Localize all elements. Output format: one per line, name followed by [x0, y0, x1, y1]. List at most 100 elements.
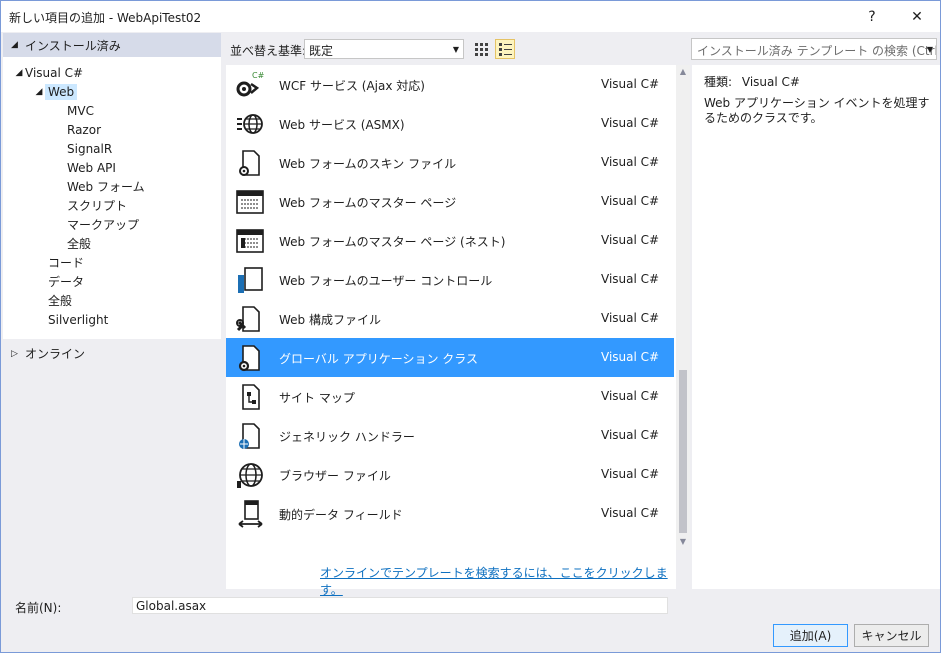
- config-file-icon: [235, 304, 265, 334]
- tree-item-label: MVC: [67, 103, 94, 118]
- tree-item[interactable]: マークアップ: [67, 215, 139, 234]
- chevron-down-icon: ▼: [452, 45, 459, 54]
- search-placeholder: インストール済み テンプレート の検索 (Ctrl+E: [697, 44, 937, 58]
- template-row[interactable]: Web フォームのスキン ファイル Visual C#: [226, 143, 674, 182]
- tree-item-label: SignalR: [67, 141, 113, 156]
- expand-arrow-icon[interactable]: ◢: [33, 87, 45, 97]
- add-new-item-dialog: 新しい項目の追加 - WebApiTest02 ? ✕ ◢ インストール済み ◢…: [0, 0, 941, 653]
- template-row[interactable]: グローバル アプリケーション クラス Visual C#: [226, 338, 674, 377]
- tree-item[interactable]: Web API: [67, 158, 116, 177]
- sort-label: 並べ替え基準:: [230, 44, 307, 58]
- tree-item[interactable]: スクリプト: [67, 196, 127, 215]
- template-name: Web 構成ファイル: [279, 313, 381, 327]
- sitemap-icon: [235, 382, 265, 412]
- tree-item[interactable]: ◢ Web: [33, 82, 78, 101]
- template-language: Visual C#: [601, 311, 660, 325]
- cancel-button[interactable]: キャンセル: [854, 624, 929, 647]
- template-language: Visual C#: [601, 77, 660, 91]
- template-language: Visual C#: [601, 389, 660, 403]
- template-description: Web アプリケーション イベントを処理するためのクラスです。: [704, 96, 930, 125]
- search-dropdown-icon: ▼: [926, 45, 933, 54]
- tree-item[interactable]: Razor: [67, 120, 101, 139]
- online-section-header[interactable]: ▷ オンライン: [11, 345, 85, 362]
- tree-item[interactable]: ◢ Visual C#: [13, 63, 84, 82]
- dynamic-data-field-icon: [235, 499, 265, 529]
- expand-arrow-icon: ◢: [11, 40, 18, 50]
- master-page-icon: [235, 187, 265, 217]
- tree-item-label: Razor: [67, 122, 102, 137]
- template-name: Web フォームのユーザー コントロール: [279, 274, 493, 288]
- collapse-arrow-icon: ▷: [11, 348, 18, 359]
- template-name: Web サービス (ASMX): [279, 118, 405, 132]
- tree-item[interactable]: コード: [48, 253, 84, 272]
- template-name: 動的データ フィールド: [279, 508, 403, 522]
- tree-item[interactable]: データ: [48, 272, 84, 291]
- details-view-button[interactable]: [495, 39, 515, 59]
- scroll-down-icon[interactable]: ▼: [678, 537, 688, 547]
- web-service-icon: [235, 109, 265, 139]
- medium-icons-view-button[interactable]: [471, 39, 491, 59]
- close-button[interactable]: ✕: [894, 1, 940, 32]
- template-list-scrollbar[interactable]: ▲ ▼: [676, 65, 690, 550]
- browser-file-icon: [235, 460, 265, 490]
- template-row[interactable]: 動的データ フィールド Visual C#: [226, 494, 674, 533]
- name-label: 名前(N):: [15, 601, 62, 615]
- template-language: Visual C#: [601, 350, 660, 364]
- tree-item-label: スクリプト: [67, 199, 128, 213]
- tree-item-label: Web: [45, 83, 78, 100]
- sort-value: 既定: [309, 44, 334, 58]
- wcf-service-icon: C#: [235, 70, 265, 100]
- tree-item-label: Silverlight: [48, 312, 109, 327]
- template-row[interactable]: Web 構成ファイル Visual C#: [226, 299, 674, 338]
- template-row[interactable]: Web フォームのマスター ページ (ネスト) Visual C#: [226, 221, 674, 260]
- tree-item[interactable]: SignalR: [67, 139, 112, 158]
- name-field[interactable]: Global.asax: [132, 597, 668, 614]
- type-value: Visual C#: [741, 75, 800, 89]
- template-search-input[interactable]: インストール済み テンプレート の検索 (Ctrl+E ▼: [691, 38, 937, 60]
- list-view-icon: [498, 42, 512, 56]
- help-button[interactable]: ?: [849, 1, 895, 32]
- template-row[interactable]: Web フォームのマスター ページ Visual C#: [226, 182, 674, 221]
- template-row[interactable]: Web フォームのユーザー コントロール Visual C#: [226, 260, 674, 299]
- expand-arrow-icon[interactable]: ◢: [13, 68, 25, 78]
- template-language: Visual C#: [601, 155, 660, 169]
- sort-select[interactable]: 既定 ▼: [304, 39, 464, 59]
- skin-file-icon: [235, 148, 265, 178]
- scroll-up-icon[interactable]: ▲: [678, 67, 688, 77]
- scrollbar-thumb[interactable]: [679, 370, 687, 533]
- user-control-icon: [235, 265, 265, 295]
- tree-item-label: 全般: [67, 237, 92, 251]
- installed-section-header[interactable]: ◢ インストール済み: [3, 33, 221, 57]
- template-language: Visual C#: [601, 428, 660, 442]
- template-row[interactable]: Web サービス (ASMX) Visual C#: [226, 104, 674, 143]
- tree-item[interactable]: Silverlight: [48, 310, 108, 329]
- global-app-class-icon: [235, 343, 265, 373]
- tree-item-label: Web API: [67, 160, 116, 175]
- online-search-link[interactable]: オンラインでテンプレートを検索するには、ここをクリックします。: [320, 564, 676, 598]
- template-language: Visual C#: [601, 116, 660, 130]
- installed-label: インストール済み: [25, 38, 121, 53]
- template-name: WCF サービス (Ajax 対応): [279, 79, 425, 93]
- tree-item-label: マークアップ: [67, 218, 140, 232]
- template-row[interactable]: サイト マップ Visual C#: [226, 377, 674, 416]
- template-name: ジェネリック ハンドラー: [279, 430, 415, 444]
- template-name: ブラウザー ファイル: [279, 469, 391, 483]
- template-row[interactable]: ジェネリック ハンドラー Visual C#: [226, 416, 674, 455]
- template-language: Visual C#: [601, 194, 660, 208]
- add-button[interactable]: 追加(A): [773, 624, 848, 647]
- template-row[interactable]: ブラウザー ファイル Visual C#: [226, 455, 674, 494]
- template-language: Visual C#: [601, 272, 660, 286]
- generic-handler-icon: [235, 421, 265, 451]
- tree-item[interactable]: 全般: [48, 291, 72, 310]
- online-section: ▷ オンライン: [3, 339, 221, 589]
- template-language: Visual C#: [601, 467, 660, 481]
- template-list: オンラインでテンプレートを検索するには、ここをクリックします。 C# WCF サー…: [226, 65, 676, 597]
- template-name: グローバル アプリケーション クラス: [279, 352, 479, 366]
- tree-item[interactable]: MVC: [67, 101, 94, 120]
- svg-text:C#: C#: [252, 71, 265, 80]
- tree-item[interactable]: 全般: [67, 234, 91, 253]
- type-row: 種類: Visual C#: [704, 73, 800, 90]
- window-title: 新しい項目の追加 - WebApiTest02: [9, 11, 202, 25]
- tree-item[interactable]: Web フォーム: [67, 177, 145, 196]
- template-row[interactable]: C# WCF サービス (Ajax 対応) Visual C#: [226, 65, 674, 104]
